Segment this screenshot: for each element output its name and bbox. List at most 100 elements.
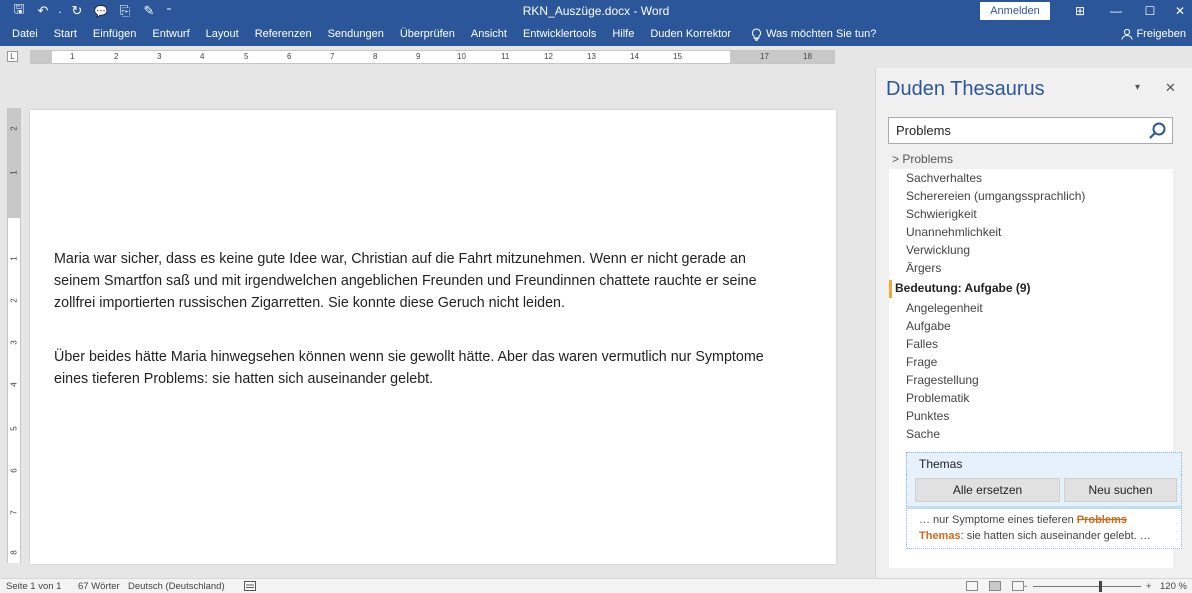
tab-einfuegen[interactable]: Einfügen <box>85 22 144 46</box>
search-icon[interactable] <box>1148 121 1168 141</box>
synonym-item[interactable]: Problematik <box>906 391 969 405</box>
synonym-item[interactable]: Angelegenheit <box>906 301 983 315</box>
tab-ueberpruefen[interactable]: Überprüfen <box>392 22 463 46</box>
tab-entwurf[interactable]: Entwurf <box>144 22 197 46</box>
tab-entwicklertools[interactable]: Entwicklertools <box>515 22 604 46</box>
macro-record-icon[interactable] <box>244 581 256 591</box>
clipboard-icon[interactable]: ⎘ <box>114 2 136 20</box>
lightbulb-icon <box>752 27 762 41</box>
ruler-number: 2 <box>9 298 19 303</box>
ruler-number: 8 <box>373 52 378 61</box>
synonym-item[interactable]: Sache <box>906 427 940 441</box>
preview-suffix: : sie hatten sich auseinander gelebt. … <box>960 530 1151 542</box>
zoom-slider-thumb[interactable] <box>1099 581 1102 592</box>
share-label: Freigeben <box>1136 28 1186 40</box>
zoom-slider[interactable] <box>1033 586 1141 587</box>
section-marker <box>889 280 892 298</box>
signin-button[interactable]: Anmelden <box>980 2 1050 20</box>
ruler-left-margin <box>30 51 52 63</box>
pane-close-icon[interactable]: ✕ <box>1165 80 1176 96</box>
quick-access-toolbar: 🖫 ↶ · ↻ 💬 ⎘ ✎ ⁼ <box>8 1 176 20</box>
replace-all-button[interactable]: Alle ersetzen <box>915 478 1060 502</box>
synonym-item[interactable]: Fragestellung <box>906 373 979 387</box>
ruler-number: 11 <box>501 52 510 61</box>
preview-replacement-word: Themas <box>919 530 961 542</box>
zoom-in-button[interactable]: + <box>1146 581 1152 592</box>
synonym-item[interactable]: Schwierigkeit <box>906 207 977 221</box>
ruler-number: 13 <box>587 52 596 61</box>
search-input[interactable] <box>896 123 1146 138</box>
paragraph[interactable]: Über beides hätte Maria hinwegsehen könn… <box>54 346 774 390</box>
comment-icon[interactable]: 💬 <box>90 2 112 20</box>
ruler-number: 18 <box>803 52 812 61</box>
ruler-number: 5 <box>9 426 19 431</box>
ruler-number: 6 <box>9 468 19 473</box>
title-bar: 🖫 ↶ · ↻ 💬 ⎘ ✎ ⁼ RKN_Auszüge.docx - Word … <box>0 0 1192 22</box>
synonym-item[interactable]: Scherereien (umgangssprachlich) <box>906 189 1085 203</box>
replacement-preview: … nur Symptome eines tieferen Problems Th… <box>906 506 1182 549</box>
undo-dropdown-icon[interactable]: · <box>56 2 64 20</box>
tab-layout[interactable]: Layout <box>198 22 247 46</box>
redo-icon[interactable]: ↻ <box>66 2 88 20</box>
customize-qat-icon[interactable]: ⁼ <box>162 2 176 20</box>
format-painter-icon[interactable]: ✎ <box>138 2 160 20</box>
ruler-number: 15 <box>673 52 682 61</box>
tab-hilfe[interactable]: Hilfe <box>604 22 642 46</box>
display-options-icon[interactable]: ⊞ <box>1062 0 1098 22</box>
ruler-number: 12 <box>544 52 553 61</box>
selected-synonym[interactable]: Themas <box>906 452 1182 476</box>
ruler-strip[interactable]: 1 2 3 4 5 6 7 8 9 10 11 12 13 14 15 17 1… <box>30 50 835 64</box>
page-count[interactable]: Seite 1 von 1 <box>6 581 61 592</box>
synonym-item[interactable]: Verwicklung <box>906 243 970 257</box>
synonym-item[interactable]: Aufgabe <box>906 319 951 333</box>
paragraph[interactable]: Maria war sicher, dass es keine gute Ide… <box>54 248 774 314</box>
ruler-number: 2 <box>9 126 19 131</box>
ruler-number: 7 <box>330 52 335 61</box>
new-search-button[interactable]: Neu suchen <box>1064 478 1177 502</box>
person-icon <box>1121 28 1133 40</box>
vertical-ruler[interactable]: 2 1 1 2 3 4 5 6 7 8 <box>7 108 21 563</box>
ruler-number: 8 <box>9 550 19 555</box>
synonym-item[interactable]: Sachverhaltes <box>906 171 982 185</box>
breadcrumb[interactable]: > Problems <box>892 152 953 166</box>
pane-options-icon[interactable]: ▾ <box>1135 82 1140 93</box>
ruler-right-margin <box>730 51 835 63</box>
tab-ansicht[interactable]: Ansicht <box>463 22 515 46</box>
ruler-number: 1 <box>70 52 75 61</box>
print-layout-icon[interactable] <box>989 581 1001 591</box>
tab-referenzen[interactable]: Referenzen <box>247 22 320 46</box>
tell-me-box[interactable]: Was möchten Sie tun? <box>743 22 884 46</box>
save-icon[interactable]: 🖫 <box>8 1 30 20</box>
ruler-number: 3 <box>9 340 19 345</box>
ruler-number: 1 <box>9 256 19 261</box>
synonym-item[interactable]: Ärgers <box>906 261 941 275</box>
close-window-icon[interactable]: ✕ <box>1162 0 1192 22</box>
language-indicator[interactable]: Deutsch (Deutschland) <box>128 581 225 592</box>
undo-icon[interactable]: ↶ <box>32 2 54 20</box>
synonym-item[interactable]: Falles <box>906 337 938 351</box>
zoom-level[interactable]: 120 % <box>1160 581 1187 592</box>
section-heading: Bedeutung: Aufgabe (9) <box>895 281 1031 295</box>
share-button[interactable]: Freigeben <box>1121 22 1186 46</box>
action-row: Alle ersetzen Neu suchen <box>906 474 1182 506</box>
document-page[interactable]: Maria war sicher, dass es keine gute Ide… <box>30 110 836 564</box>
ruler-number: 10 <box>457 52 466 61</box>
read-mode-icon[interactable] <box>966 581 978 591</box>
preview-prefix: … nur Symptome eines tieferen <box>919 514 1077 526</box>
tab-sendungen[interactable]: Sendungen <box>320 22 392 46</box>
ruler-number: 4 <box>200 52 205 61</box>
web-layout-icon[interactable] <box>1012 581 1024 591</box>
tab-datei[interactable]: Datei <box>0 22 46 46</box>
tab-selector-icon[interactable]: L <box>7 51 18 62</box>
tab-duden-korrektor[interactable]: Duden Korrektor <box>642 22 739 46</box>
synonym-item[interactable]: Frage <box>906 355 937 369</box>
status-bar: Seite 1 von 1 67 Wörter Deutsch (Deutsch… <box>0 578 1192 593</box>
thesaurus-search <box>888 117 1173 144</box>
minimize-icon[interactable]: — <box>1098 0 1134 22</box>
word-count[interactable]: 67 Wörter <box>78 581 120 592</box>
synonym-item[interactable]: Punktes <box>906 409 949 423</box>
tab-start[interactable]: Start <box>46 22 85 46</box>
synonym-item[interactable]: Unannehmlichkeit <box>906 225 1001 239</box>
ruler-number: 2 <box>114 52 119 61</box>
zoom-out-button[interactable]: - <box>1024 581 1027 592</box>
